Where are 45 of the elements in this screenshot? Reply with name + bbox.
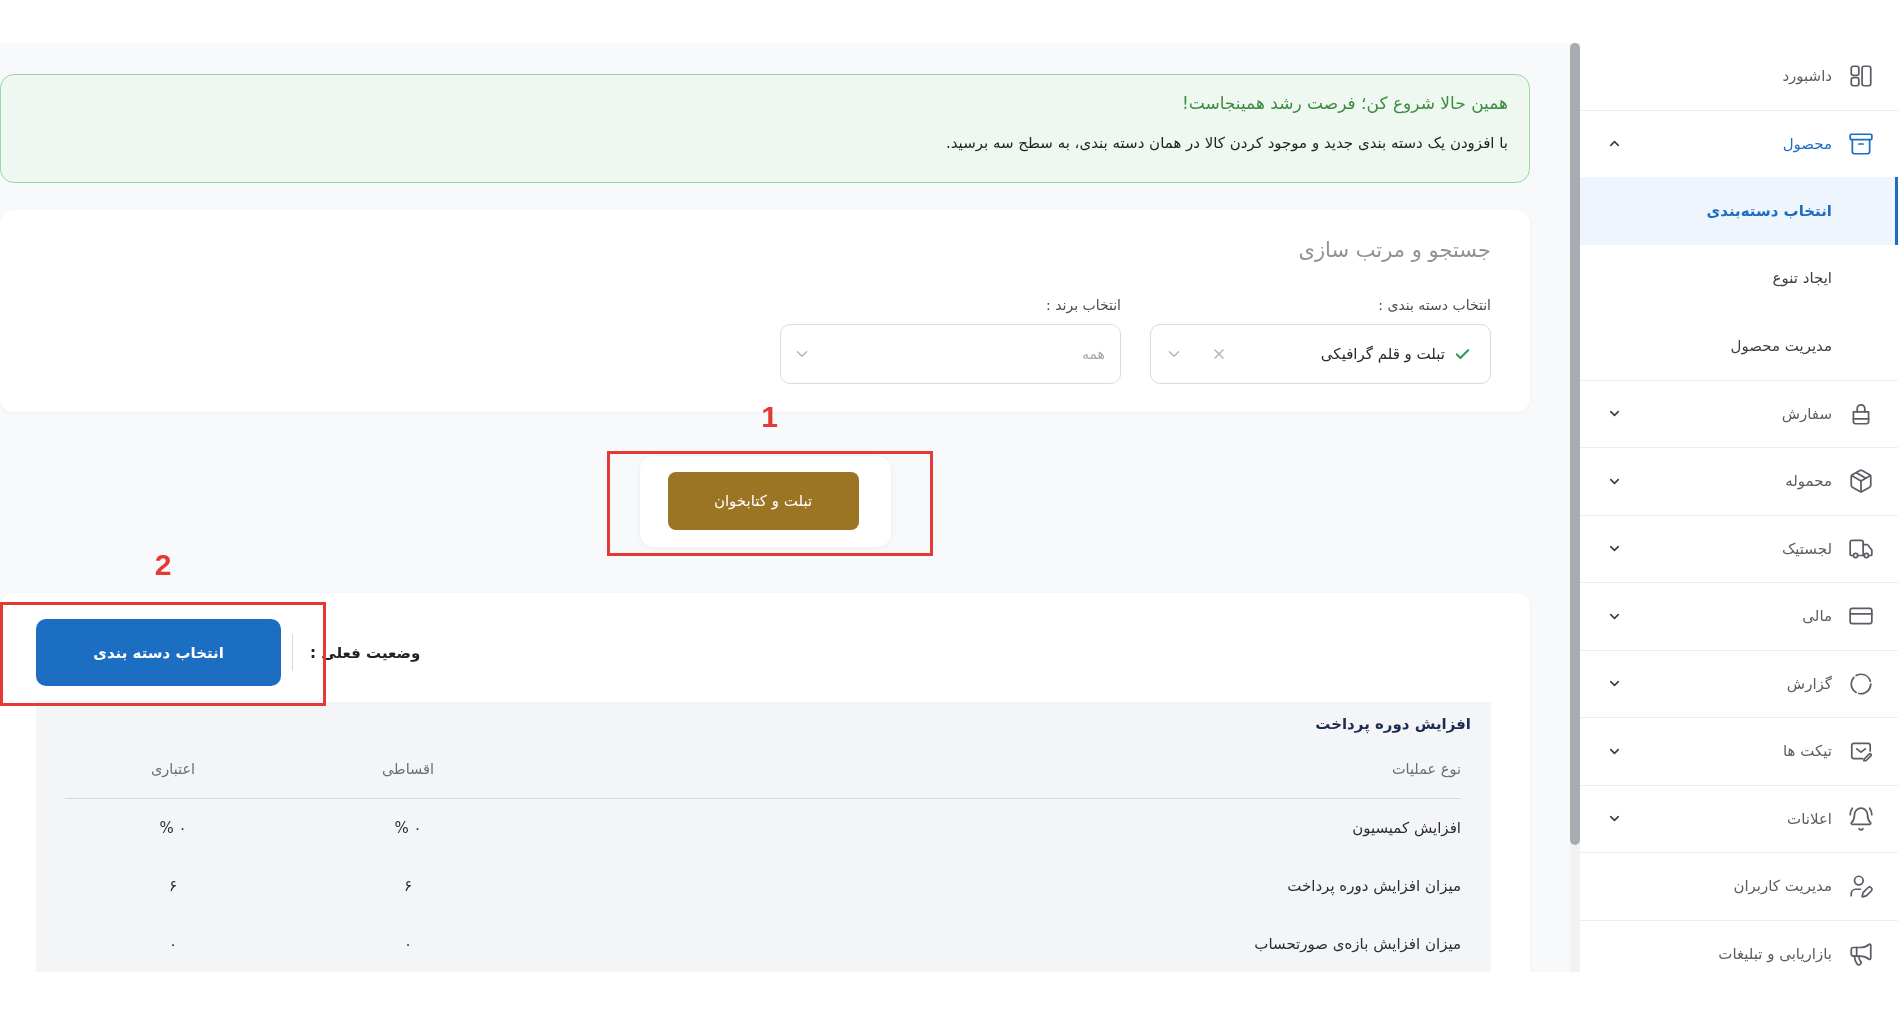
notice-title: همین حالا شروع کن؛ فرصت رشد همینجاست! [1181,92,1508,114]
notice-text: با افزودن یک دسته بندی جدید و موجود کردن کالا در همان دسته بندی، به سطح سه برسید. [945,133,1508,153]
sidebar-item[interactable]: گزارش [1580,650,1898,717]
table-cell-text: ۶ [167,875,179,897]
table-cell-text: ۶ [402,875,414,897]
archive-box-icon [1848,130,1874,157]
sidebar-item[interactable]: تیکت ها [1580,718,1898,785]
megaphone-icon [1848,940,1874,967]
annotation-number: 1 [761,402,778,432]
user-edit-icon [1848,873,1874,900]
column-header: اعتباری [65,740,281,798]
sidebar-item[interactable]: لجستیک [1580,515,1898,582]
table-cell: افزایش کمیسیون [535,798,1461,857]
table-cell-text: ۰ [402,934,414,956]
sidebar-subitem[interactable]: ایجاد تنوع [1580,244,1898,312]
dashboard-icon [1848,63,1874,90]
field-label: انتخاب دسته بندی : [1378,296,1491,314]
annotation-number: 2 [154,550,172,580]
package-icon [1848,468,1874,495]
select-category-button[interactable]: انتخاب دسته بندی [36,619,281,686]
sidebar-item[interactable]: مالی [1580,583,1898,650]
table-title: افزایش دوره پرداخت [1315,714,1471,735]
sidebar-subitem[interactable]: مدیریت محصول [1580,312,1898,380]
sidebar-item[interactable]: سفارش [1580,380,1898,447]
column-header: اقساطی [281,740,535,798]
filter-title: جستجو و مرتب سازی [1298,237,1491,263]
sidebar-item[interactable]: داشبورد [1580,43,1898,110]
field-label: انتخاب برند : [1046,296,1121,314]
bell-icon [1848,805,1874,832]
select-field[interactable]: همه [780,324,1121,384]
sidebar-subitem[interactable]: انتخاب دسته‌بندی [1580,177,1898,245]
table-cell-text: میزان افزایش بازه‌ی صورتحساب [1253,934,1461,956]
scrollbar-thumb[interactable] [1570,43,1580,845]
sidebar-item[interactable]: اعلانات [1580,785,1898,852]
sidebar-item[interactable]: محصول [1580,110,1898,177]
sidebar-item[interactable]: بازاریابی و تبلیغات [1580,920,1898,972]
table-cell: ۰ % [65,798,281,857]
table-cell-text: ۰ [167,934,179,956]
column-header: نوع عملیات [535,740,1461,798]
sidebar-item[interactable]: مدیریت کاربران [1580,853,1898,920]
table-cell: ۰ % [281,798,535,857]
ring-icon [1848,670,1874,697]
table-cell-text: میزان افزایش دوره پرداخت [1286,875,1461,898]
category-button[interactable]: تبلت و کتابخوان [667,472,859,530]
sidebar-item[interactable]: محموله [1580,448,1898,515]
